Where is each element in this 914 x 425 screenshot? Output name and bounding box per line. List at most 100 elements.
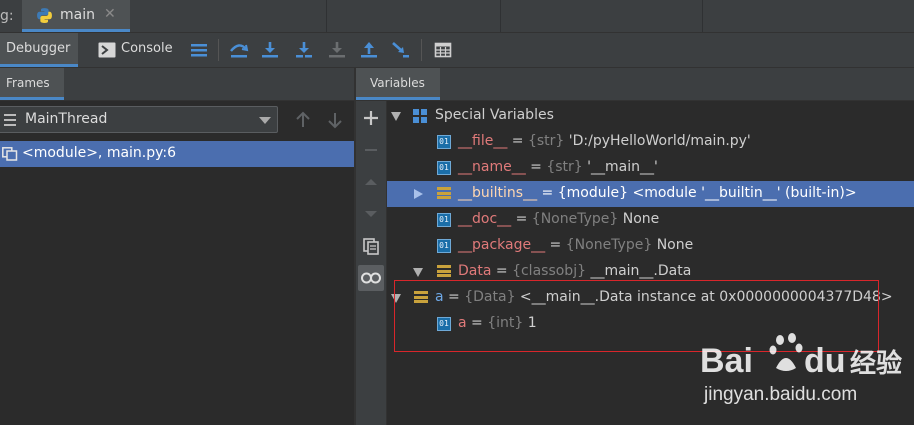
var-type: {NoneType}	[531, 211, 619, 227]
object-icon: 01	[437, 161, 451, 175]
tab-separator	[702, 0, 703, 32]
var-name: __name__	[458, 159, 526, 175]
arrow-down-icon[interactable]	[327, 111, 343, 129]
toolbar-separator	[218, 39, 219, 61]
variables-tab[interactable]: Variables	[356, 68, 440, 100]
var-name: Data	[458, 263, 492, 279]
var-value: '__main__'	[582, 159, 658, 175]
var-value: <module '__builtin__' (built-in)>	[628, 185, 857, 201]
step-into-my-code-icon[interactable]	[293, 39, 315, 61]
var-name: __package__	[458, 237, 546, 253]
expand-toggle-icon[interactable]	[414, 189, 423, 199]
var-value: __main__.Data	[586, 263, 692, 279]
python-icon	[37, 8, 52, 23]
debugger-tab-label: Debugger	[6, 41, 71, 56]
class-icon	[437, 265, 451, 279]
frames-tab[interactable]: Frames	[0, 68, 64, 100]
tree-row-text: Data = {classobj} __main__.Data	[458, 263, 691, 279]
var-equals: =	[491, 263, 513, 279]
var-value: None	[652, 237, 694, 253]
var-equals: =	[525, 159, 547, 175]
thread-select-value: MainThread	[25, 111, 108, 127]
tree-row-builtins[interactable]: __builtins__ = {module} <module '__built…	[387, 181, 914, 207]
frame-row[interactable]: <module>, main.py:6	[0, 141, 354, 167]
force-step-into-icon[interactable]	[326, 39, 348, 61]
frames-header: Frames	[0, 68, 354, 101]
thread-select[interactable]: MainThread	[0, 106, 278, 133]
debugger-tab[interactable]: Debugger	[0, 33, 78, 67]
special-variables-icon	[413, 109, 427, 123]
variables-header: Variables	[356, 68, 914, 101]
tab-prefix-label: g:	[0, 8, 14, 24]
frames-tab-label: Frames	[6, 76, 50, 90]
var-type: {str}	[527, 133, 565, 149]
move-down-icon[interactable]	[360, 203, 382, 225]
var-type: {str}	[546, 159, 583, 175]
expand-toggle-icon[interactable]	[413, 268, 423, 277]
var-type: {NoneType}	[565, 237, 653, 253]
tree-row-label: Special Variables	[435, 107, 554, 123]
var-name: __builtins__	[458, 185, 538, 201]
baidu-jingyan-watermark: Bai du 经验 jingyan.baidu.com	[700, 333, 902, 405]
editor-tab-bar: g: main ✕	[0, 0, 914, 33]
console-tab-label: Console	[121, 41, 173, 56]
tree-row-text: __file__ = {str} 'D:/pyHelloWorld/main.p…	[458, 133, 751, 149]
console-icon	[98, 42, 116, 58]
close-icon[interactable]: ✕	[104, 6, 116, 22]
glasses-icon	[361, 272, 381, 284]
evaluate-expression-icon[interactable]	[432, 39, 454, 61]
tree-row-text: __doc__ = {NoneType} None	[458, 211, 659, 227]
variables-tab-label: Variables	[370, 76, 425, 90]
var-type: {module}	[557, 185, 629, 201]
watermark-url: jingyan.baidu.com	[703, 384, 857, 405]
console-tab[interactable]: Console	[96, 33, 186, 67]
variables-side-toolbar	[356, 101, 387, 425]
var-equals: =	[511, 211, 532, 227]
frame-label: <module>, main.py:6	[22, 145, 177, 161]
threads-icon[interactable]	[188, 39, 210, 61]
chevron-down-icon	[259, 117, 271, 124]
object-icon: 01	[437, 135, 451, 149]
tree-row-text: __name__ = {str} '__main__'	[458, 159, 658, 175]
module-icon	[437, 187, 451, 201]
arrow-up-icon[interactable]	[295, 111, 311, 129]
tree-row-special-variables[interactable]: Special Variables	[387, 103, 914, 129]
run-to-cursor-icon[interactable]	[390, 39, 412, 61]
var-equals: =	[545, 237, 566, 253]
object-icon: 01	[437, 213, 451, 227]
object-icon: 01	[437, 239, 451, 253]
var-type: {classobj}	[512, 263, 586, 279]
tab-main-label: main	[60, 7, 95, 23]
tree-row-package[interactable]: 01 __package__ = {NoneType} None	[387, 233, 914, 259]
show-watches-button[interactable]	[358, 265, 384, 291]
step-into-icon[interactable]	[259, 39, 281, 61]
toolbar-separator	[421, 39, 422, 61]
watermark-cn: 经验	[850, 348, 902, 379]
tree-row-file[interactable]: 01 __file__ = {str} 'D:/pyHelloWorld/mai…	[387, 129, 914, 155]
step-over-icon[interactable]	[228, 39, 250, 61]
copy-icon[interactable]	[360, 235, 382, 257]
add-watch-icon[interactable]	[360, 107, 382, 129]
remove-watch-icon[interactable]	[360, 139, 382, 161]
tree-row-text: __builtins__ = {module} <module '__built…	[458, 185, 857, 201]
debug-toolbar: Debugger Console	[0, 33, 914, 68]
frame-icon	[2, 147, 18, 161]
var-name: __doc__	[458, 211, 512, 227]
move-up-icon[interactable]	[360, 171, 382, 193]
tab-separator	[326, 0, 327, 32]
watermark-brand: Bai	[700, 342, 753, 380]
step-out-icon[interactable]	[358, 39, 380, 61]
tree-row-name[interactable]: 01 __name__ = {str} '__main__'	[387, 155, 914, 181]
tree-row-text: __package__ = {NoneType} None	[458, 237, 693, 253]
watermark-brand-suffix: du	[804, 342, 846, 380]
var-value: 'D:/pyHelloWorld/main.py'	[564, 133, 751, 149]
tree-row-doc[interactable]: 01 __doc__ = {NoneType} None	[387, 207, 914, 233]
var-equals: =	[537, 185, 558, 201]
var-value: None	[618, 211, 660, 227]
tab-main[interactable]: main ✕	[22, 0, 130, 32]
expand-toggle-icon[interactable]	[391, 112, 401, 121]
thread-list-icon	[4, 114, 16, 126]
frames-panel: MainThread <module>, main.py:6	[0, 101, 354, 425]
paw-icon	[769, 333, 803, 371]
var-name: __file__	[458, 133, 508, 149]
